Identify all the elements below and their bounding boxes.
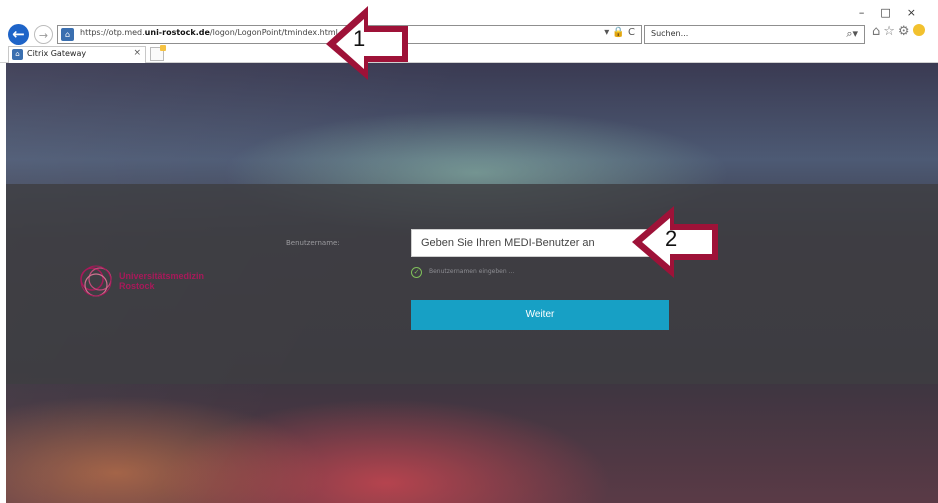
logo-text: Universitätsmedizin Rostock bbox=[119, 271, 205, 291]
annotation-arrow-1 bbox=[326, 6, 408, 80]
annotation-label-2: 2 bbox=[665, 226, 678, 251]
logo-mark-icon bbox=[80, 265, 112, 297]
annotation-label-1: 1 bbox=[353, 26, 366, 51]
tab-title: Citrix Gateway bbox=[27, 49, 87, 58]
new-tab-button[interactable] bbox=[150, 45, 166, 61]
forward-button[interactable]: → bbox=[34, 25, 53, 44]
favorites-star-icon[interactable]: ☆ bbox=[883, 24, 898, 39]
tab-site-icon: ⌂ bbox=[12, 49, 23, 60]
address-tools[interactable]: ▾ 🔒 C bbox=[604, 27, 635, 38]
username-hint: Benutzernamen eingeben ... bbox=[429, 268, 515, 275]
search-placeholder: Suchen... bbox=[651, 29, 689, 38]
browser-chrome: –□× ← → ⌂ https://otp.med.uni-rostock.de… bbox=[0, 0, 938, 63]
gear-icon[interactable]: ⚙ bbox=[898, 24, 913, 39]
tab-row: ⌂ Citrix Gateway × bbox=[0, 45, 938, 63]
search-icon[interactable]: ⌕▾ bbox=[846, 27, 858, 41]
home-icon[interactable]: ⌂ bbox=[872, 24, 883, 39]
page-viewport: Universitätsmedizin Rostock Benutzername… bbox=[6, 63, 938, 503]
address-url[interactable]: https://otp.med.uni-rostock.de/logon/Log… bbox=[80, 28, 338, 37]
tab-close-icon[interactable]: × bbox=[133, 48, 141, 58]
window-controls[interactable]: –□× bbox=[859, 6, 932, 19]
username-label: Benutzername: bbox=[286, 239, 340, 247]
search-box[interactable]: Suchen... ⌕▾ bbox=[644, 25, 865, 44]
check-circle-icon: ✓ bbox=[411, 267, 422, 278]
tab-citrix-gateway[interactable]: ⌂ Citrix Gateway × bbox=[8, 46, 146, 63]
back-button[interactable]: ← bbox=[8, 24, 29, 45]
back-arrow-icon: ← bbox=[12, 25, 25, 43]
toolbar-icons: ⌂☆⚙ bbox=[872, 24, 925, 39]
university-logo: Universitätsmedizin Rostock bbox=[76, 261, 236, 311]
site-icon: ⌂ bbox=[61, 28, 74, 41]
weiter-button[interactable]: Weiter bbox=[411, 300, 669, 330]
smiley-icon[interactable] bbox=[912, 24, 925, 36]
forward-arrow-icon: → bbox=[38, 29, 49, 42]
